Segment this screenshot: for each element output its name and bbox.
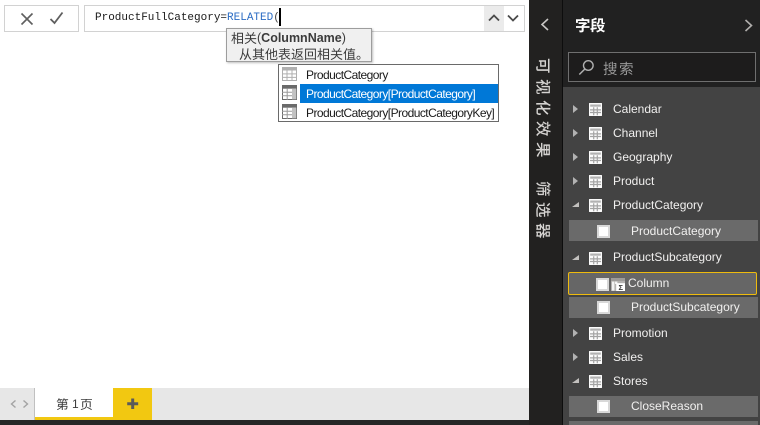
svg-text:Σ: Σ [618,282,623,290]
